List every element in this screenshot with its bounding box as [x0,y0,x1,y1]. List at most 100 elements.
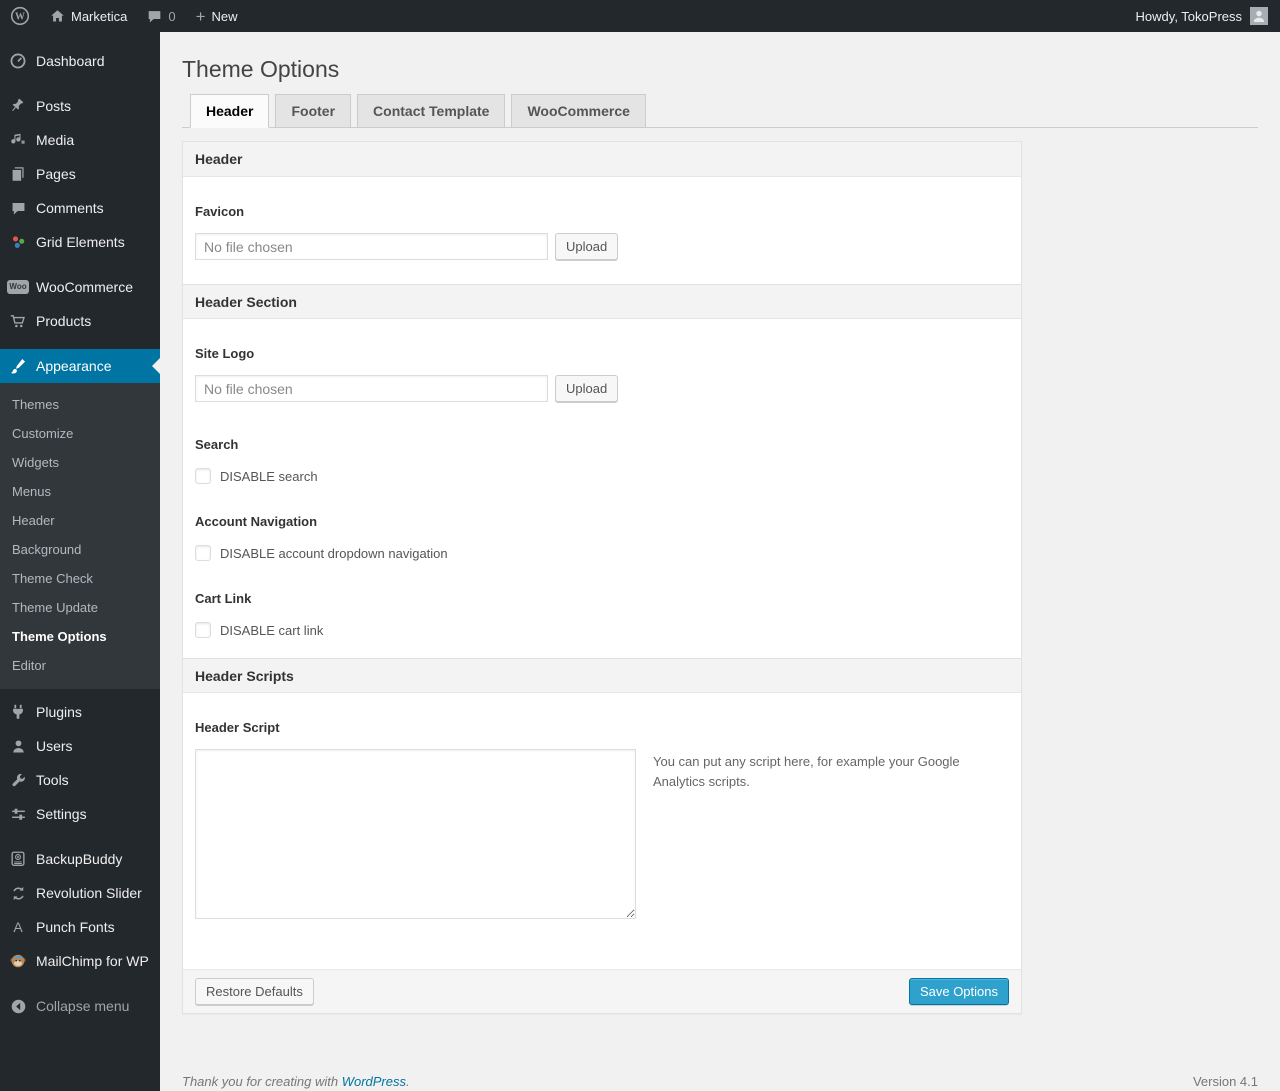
theme-options-panel: Header Favicon Upload Header Section Sit… [182,141,1022,1014]
admin-sidebar: Dashboard Posts Media Pages Comments Gri… [0,32,160,1091]
sidebar-item-media[interactable]: Media [0,123,160,157]
sidebar-item-label: Grid Elements [36,234,125,250]
favicon-input[interactable] [195,233,548,260]
submenu-item-menus[interactable]: Menus [0,477,160,506]
disable-search-checkbox[interactable] [195,468,211,484]
sliders-icon [8,804,28,824]
tab-contact-template[interactable]: Contact Template [357,94,506,128]
sidebar-item-collapse-menu[interactable]: Collapse menu [0,989,160,1023]
submenu-item-theme-options[interactable]: Theme Options [0,622,160,651]
thanks-period: . [406,1074,410,1089]
sidebar-item-label: Appearance [36,358,112,374]
sidebar-item-woocommerce[interactable]: Woo WooCommerce [0,270,160,304]
refresh-icon [8,883,28,903]
header-script-label: Header Script [195,720,280,735]
sidebar-item-label: Tools [36,772,69,788]
sidebar-item-label: Pages [36,166,76,182]
version-text: Version 4.1 [1192,1074,1258,1089]
sidebar-item-products[interactable]: Products [0,304,160,338]
section-header-scripts: Header Scripts [183,658,1021,693]
sidebar-item-label: Products [36,313,92,329]
submenu-item-themes[interactable]: Themes [0,390,160,419]
wordpress-link[interactable]: WordPress [342,1074,406,1089]
howdy-label: Howdy, TokoPress [1135,8,1242,24]
sidebar-item-dashboard[interactable]: Dashboard [0,44,160,78]
dashboard-icon [8,51,28,71]
sidebar-item-mailchimp[interactable]: MailChimp for WP [0,944,160,978]
comments-menu[interactable]: 0 [137,0,185,32]
sidebar-item-label: BackupBuddy [36,851,123,867]
tab-header[interactable]: Header [190,94,270,128]
site-logo-upload-button[interactable]: Upload [555,375,619,402]
sidebar-item-revolution-slider[interactable]: Revolution Slider [0,876,160,910]
favicon-label: Favicon [195,204,245,219]
wordpress-logo-icon: W [10,6,30,26]
site-logo-label: Site Logo [195,346,255,361]
favicon-upload-button[interactable]: Upload [555,233,619,260]
submenu-item-customize[interactable]: Customize [0,419,160,448]
sidebar-item-label: WooCommerce [36,279,133,295]
account-menu[interactable]: Howdy, TokoPress [1124,7,1280,25]
submenu-item-background[interactable]: Background [0,535,160,564]
grid-elements-icon [8,232,28,252]
sidebar-item-label: MailChimp for WP [36,953,149,969]
disable-account-label: DISABLE account dropdown navigation [220,545,448,561]
submenu-item-theme-check[interactable]: Theme Check [0,564,160,593]
admin-bar: W Marketica 0 + New Howdy, TokoPress [0,0,1280,32]
submenu-item-widgets[interactable]: Widgets [0,448,160,477]
menu-separator [0,259,160,270]
sidebar-item-comments[interactable]: Comments [0,191,160,225]
submenu-item-theme-update[interactable]: Theme Update [0,593,160,622]
backup-icon [8,849,28,869]
save-options-button[interactable]: Save Options [908,978,1009,1005]
new-content-menu[interactable]: + New [186,0,248,32]
site-logo-input[interactable] [195,375,548,402]
sidebar-item-tools[interactable]: Tools [0,763,160,797]
comment-count: 0 [168,8,176,24]
media-icon [8,130,28,150]
cart-link-label: Cart Link [195,591,252,606]
sidebar-item-plugins[interactable]: Plugins [0,695,160,729]
disable-cart-label: DISABLE cart link [220,622,324,638]
header-section-fields: Site Logo Upload Search DISABLE search A… [183,346,1021,658]
wordpress-logo-menu[interactable]: W [0,0,40,32]
site-name-label: Marketica [71,8,128,24]
section-header-section: Header Section [183,284,1021,319]
user-icon [8,736,28,756]
header-script-block: Header Script You can put any script her… [183,720,1021,969]
submenu-item-header[interactable]: Header [0,506,160,535]
sidebar-item-label: Revolution Slider [36,885,142,901]
sidebar-item-posts[interactable]: Posts [0,89,160,123]
page-footer: Thank you for creating with WordPress. V… [182,1074,1258,1089]
sidebar-item-appearance[interactable]: Appearance [0,349,160,383]
monkey-icon [8,951,28,971]
pages-icon [8,164,28,184]
plus-icon: + [195,6,206,26]
sidebar-item-label: Dashboard [36,53,105,69]
sidebar-item-pages[interactable]: Pages [0,157,160,191]
comment-bubble-icon [147,9,162,24]
disable-account-checkbox[interactable] [195,545,211,561]
tab-footer[interactable]: Footer [275,94,352,128]
thanks-prefix: Thank you for creating with [182,1074,342,1089]
sidebar-item-label: Collapse menu [36,998,130,1014]
header-script-textarea[interactable] [195,749,636,919]
brush-icon [8,356,28,376]
section-header: Header [183,142,1021,177]
sidebar-item-grid-elements[interactable]: Grid Elements [0,225,160,259]
sidebar-item-settings[interactable]: Settings [0,797,160,831]
sidebar-item-backupbuddy[interactable]: BackupBuddy [0,842,160,876]
sidebar-item-punch-fonts[interactable]: A Punch Fonts [0,910,160,944]
submenu-item-editor[interactable]: Editor [0,651,160,680]
sidebar-item-label: Plugins [36,704,82,720]
collapse-arrow-icon [8,996,28,1016]
main-content: Theme Options Header Footer Contact Templa… [160,0,1280,1091]
menu-separator [0,78,160,89]
restore-defaults-button[interactable]: Restore Defaults [195,978,314,1005]
favicon-field-block: Favicon Upload [183,204,1021,284]
disable-cart-checkbox[interactable] [195,622,211,638]
site-name-menu[interactable]: Marketica [40,0,137,32]
sidebar-item-users[interactable]: Users [0,729,160,763]
pin-icon [8,96,28,116]
tab-woocommerce[interactable]: WooCommerce [511,94,646,128]
